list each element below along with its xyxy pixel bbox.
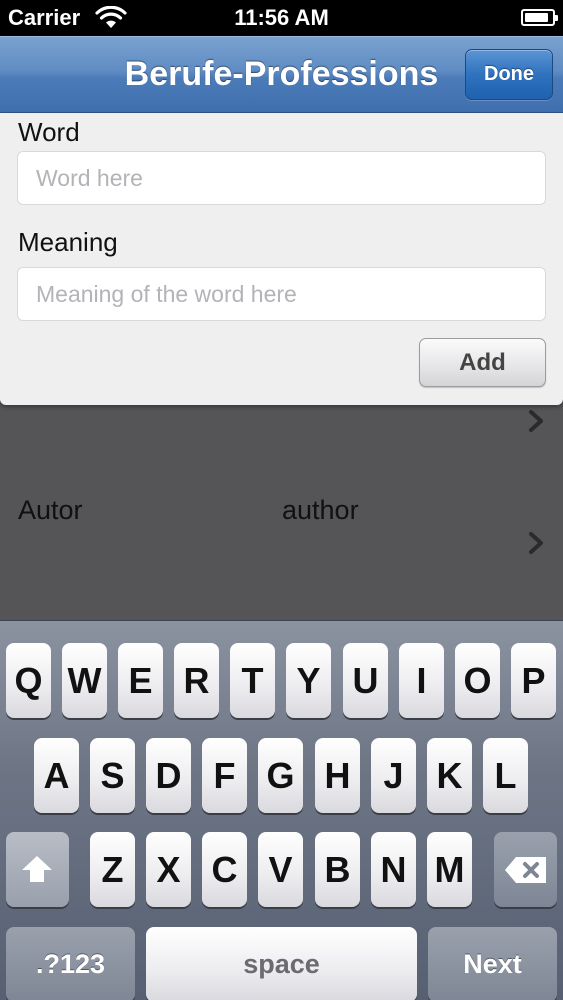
- meaning-label: Meaning: [18, 227, 118, 257]
- key-z[interactable]: Z: [90, 832, 135, 907]
- key-p[interactable]: P: [511, 643, 556, 718]
- battery-fill: [525, 13, 548, 22]
- key-w[interactable]: W: [62, 643, 107, 718]
- key-e[interactable]: E: [118, 643, 163, 718]
- clock: 11:56 AM: [234, 5, 329, 30]
- key-y[interactable]: Y: [286, 643, 331, 718]
- word-input[interactable]: [18, 152, 545, 204]
- next-key[interactable]: Next: [428, 927, 557, 1000]
- space-key[interactable]: space: [146, 927, 417, 1000]
- key-q[interactable]: Q: [6, 643, 51, 718]
- done-button[interactable]: Done: [465, 49, 553, 100]
- shift-arrow-icon: [22, 856, 52, 882]
- list-item-meaning: author: [282, 495, 359, 525]
- keyboard: Q W E R T Y U I O P A S D F G H J K L Z …: [0, 620, 563, 1000]
- key-i[interactable]: I: [399, 643, 444, 718]
- delete-key[interactable]: [494, 832, 557, 907]
- list-item-word: Autor: [18, 495, 83, 525]
- list-item[interactable]: [0, 405, 563, 475]
- key-x[interactable]: X: [146, 832, 191, 907]
- meaning-field: [17, 267, 546, 321]
- word-label: Word: [18, 117, 80, 147]
- add-button[interactable]: Add: [419, 338, 546, 387]
- key-n[interactable]: N: [371, 832, 416, 907]
- key-t[interactable]: T: [230, 643, 275, 718]
- key-m[interactable]: M: [427, 832, 472, 907]
- key-j[interactable]: J: [371, 738, 416, 813]
- screen: Carrier 11:56 AM Berufe-Professions Done…: [0, 0, 563, 1000]
- key-d[interactable]: D: [146, 738, 191, 813]
- key-u[interactable]: U: [343, 643, 388, 718]
- meaning-input[interactable]: [18, 268, 545, 320]
- key-c[interactable]: C: [202, 832, 247, 907]
- key-r[interactable]: R: [174, 643, 219, 718]
- shift-key[interactable]: [6, 832, 69, 907]
- key-k[interactable]: K: [427, 738, 472, 813]
- navigation-bar: Berufe-Professions Done: [0, 36, 563, 113]
- word-field: [17, 151, 546, 205]
- key-l[interactable]: L: [483, 738, 528, 813]
- key-a[interactable]: A: [34, 738, 79, 813]
- status-bar: Carrier 11:56 AM: [0, 0, 563, 36]
- list-item[interactable]: Autor author: [0, 475, 563, 620]
- chevron-right-icon: [529, 410, 543, 432]
- chevron-right-icon: [529, 532, 543, 554]
- battery-icon: [521, 9, 558, 26]
- key-o[interactable]: O: [455, 643, 500, 718]
- key-b[interactable]: B: [315, 832, 360, 907]
- key-h[interactable]: H: [315, 738, 360, 813]
- key-f[interactable]: F: [202, 738, 247, 813]
- word-list: Autor author: [0, 405, 563, 620]
- key-s[interactable]: S: [90, 738, 135, 813]
- key-v[interactable]: V: [258, 832, 303, 907]
- backspace-icon: [505, 857, 546, 883]
- add-word-form: Word Meaning Add: [0, 113, 563, 405]
- key-g[interactable]: G: [258, 738, 303, 813]
- numbers-key[interactable]: .?123: [6, 927, 135, 1000]
